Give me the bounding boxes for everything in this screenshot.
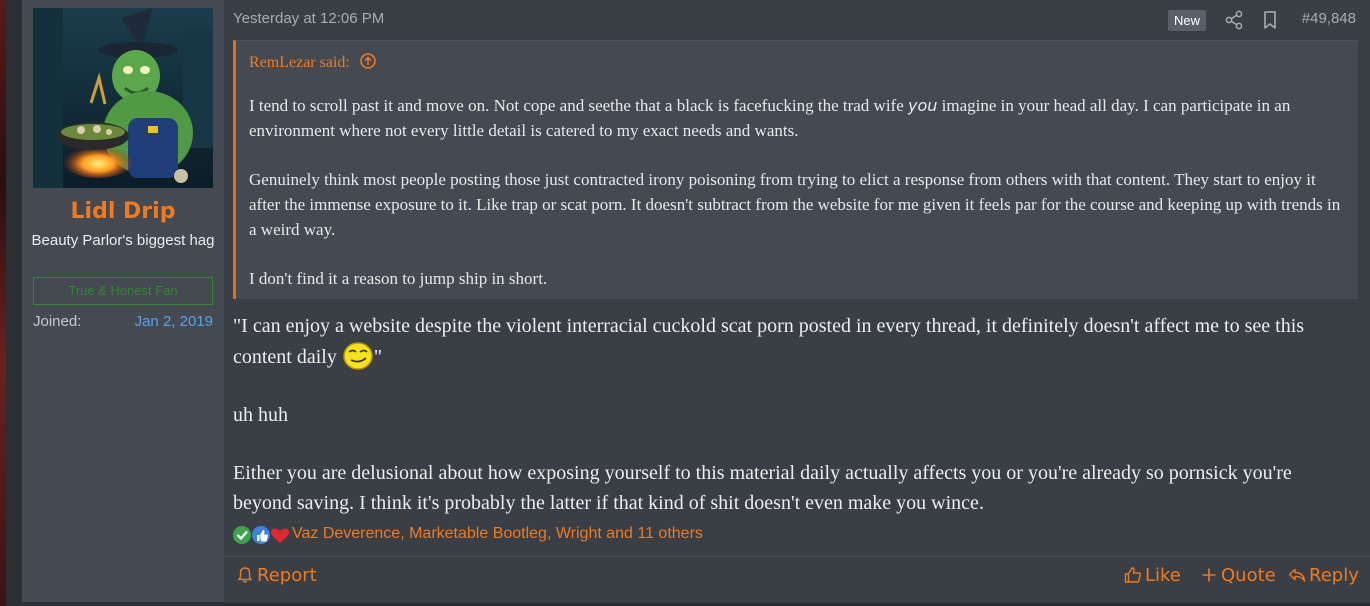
reaction-users[interactable]: Vaz Deverence, Marketable Bootleg, Wrigh… — [292, 525, 703, 543]
joined-date: Jan 2, 2019 — [134, 313, 213, 330]
quote-button[interactable]: Quote — [1200, 565, 1276, 586]
bookmark-icon[interactable] — [1260, 10, 1280, 30]
thumbs-up-reaction-icon — [252, 526, 270, 544]
quote-paragraph-1: I tend to scroll past it and move on. No… — [249, 96, 1291, 140]
share-icon[interactable] — [1224, 10, 1244, 30]
reaction-icons — [233, 526, 290, 544]
post-number[interactable]: #49,848 — [1302, 10, 1356, 27]
post-timestamp[interactable]: Yesterday at 12:06 PM — [233, 10, 384, 27]
joined-label: Joined: — [33, 313, 82, 330]
quote-paragraph-2: Genuinely think most people posting thos… — [249, 170, 1341, 239]
new-badge: New — [1168, 10, 1207, 31]
body-paragraph-3: Either you are delusional about how expo… — [233, 462, 1292, 514]
quote-author: RemLezar said: — [249, 54, 350, 71]
username[interactable]: Lidl Drip — [22, 199, 224, 224]
bell-icon — [237, 567, 253, 583]
plus-icon — [1202, 568, 1216, 582]
quote-body: I tend to scroll past it and move on. No… — [249, 93, 1349, 291]
arrow-up-circle-icon[interactable] — [360, 53, 376, 69]
report-button[interactable]: Report — [236, 565, 317, 586]
forum-post: Lidl Drip Beauty Parlor's biggest hag Tr… — [22, 0, 1370, 603]
page-edge-strip — [0, 0, 6, 606]
body-paragraph-2: uh huh — [233, 404, 288, 426]
thumbs-up-icon — [1124, 567, 1141, 583]
check-reaction-icon — [233, 526, 251, 544]
post-body: "I can enjoy a website despite the viole… — [233, 311, 1353, 546]
reply-icon — [1288, 568, 1306, 582]
quote-author-link[interactable]: RemLezar said: — [249, 53, 376, 72]
quote-paragraph-3: I don't find it a reason to jump ship in… — [249, 269, 548, 288]
user-title: Beauty Parlor's biggest hag — [31, 232, 215, 249]
user-sidebar: Lidl Drip Beauty Parlor's biggest hag Tr… — [22, 0, 224, 602]
body-paragraph-1: "I can enjoy a website despite the viole… — [233, 311, 1353, 372]
like-button[interactable]: Like — [1124, 565, 1181, 586]
avatar[interactable] — [33, 8, 213, 188]
avatar-image — [33, 8, 213, 188]
quote-block: RemLezar said: I tend to scroll past it … — [233, 40, 1358, 299]
user-banner: True & Honest Fan — [33, 277, 213, 305]
post-actions: Report Like Quote Reply — [224, 556, 1370, 603]
heart-reaction-icon — [270, 528, 290, 543]
reply-button[interactable]: Reply — [1288, 565, 1359, 586]
smug-smiley-icon — [343, 342, 373, 370]
